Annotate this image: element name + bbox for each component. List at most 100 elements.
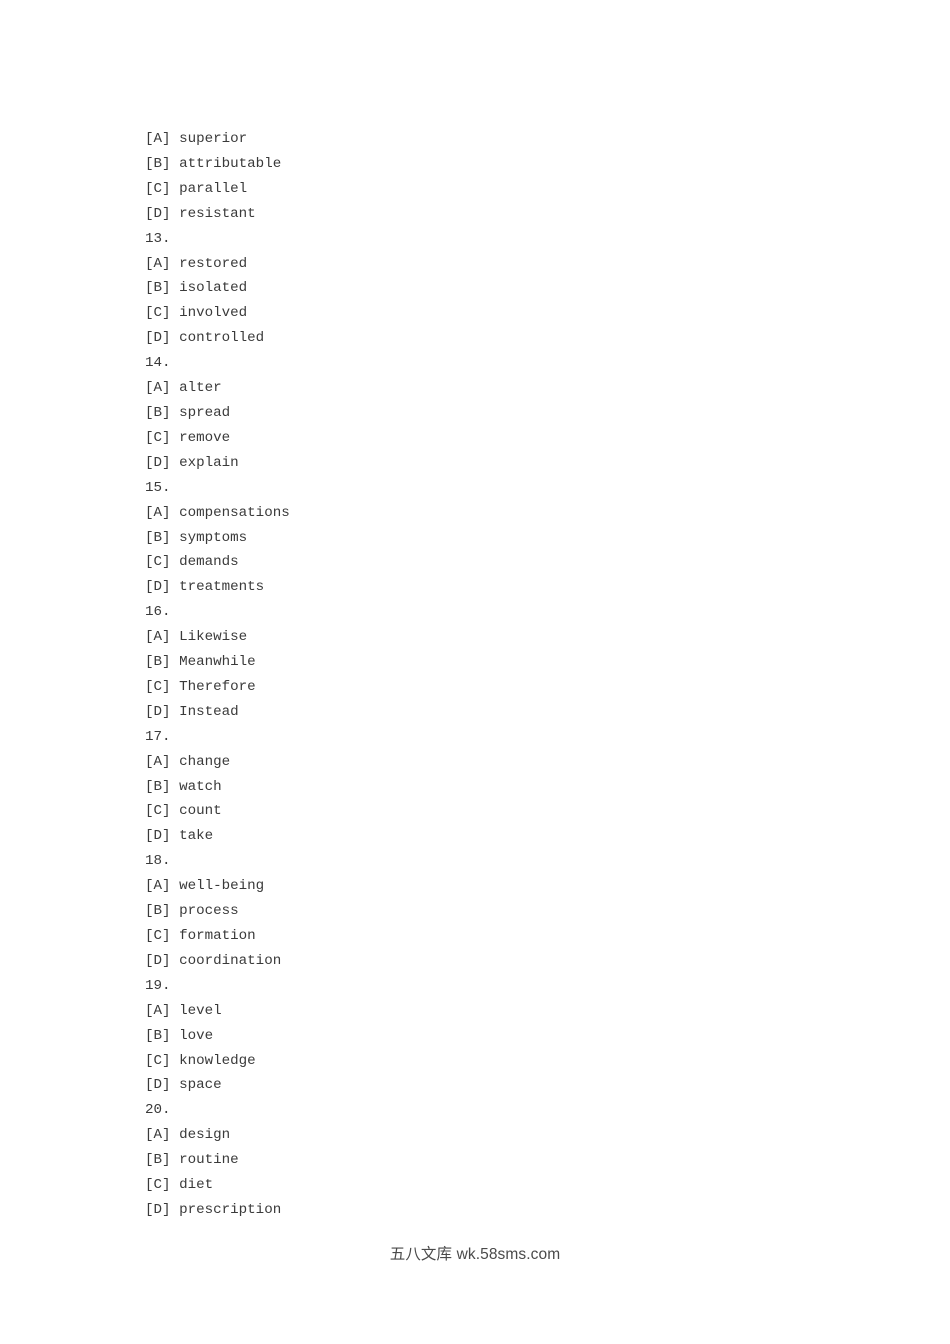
- answer-option[interactable]: [A] level: [145, 999, 845, 1024]
- answer-option[interactable]: [D] controlled: [145, 326, 845, 351]
- answer-option[interactable]: [B] spread: [145, 401, 845, 426]
- option-text: space: [179, 1077, 222, 1094]
- answer-option[interactable]: [A] change: [145, 750, 845, 775]
- answer-option[interactable]: [C] diet: [145, 1173, 845, 1198]
- option-text: love: [179, 1027, 214, 1044]
- question-block: 18. [A] well-being [B] process [C] formatio…: [145, 849, 845, 974]
- question-number: 13.: [145, 230, 171, 247]
- option-label: [B]: [145, 404, 171, 421]
- option-label: [D]: [145, 952, 171, 969]
- option-label: [B]: [145, 155, 171, 172]
- option-spacer: [171, 1053, 180, 1069]
- option-spacer: [171, 305, 180, 321]
- option-label: [D]: [145, 828, 171, 845]
- answer-option[interactable]: [B] attributable: [145, 152, 845, 177]
- answer-option[interactable]: [D] space: [145, 1073, 845, 1098]
- answer-option[interactable]: [C] demands: [145, 550, 845, 575]
- watermark-chinese-label: 五八文库: [389, 1245, 453, 1263]
- answer-option[interactable]: [C] remove: [145, 426, 845, 451]
- option-spacer: [171, 505, 180, 521]
- question-number: 14.: [145, 355, 171, 372]
- question-number: 20.: [145, 1102, 171, 1119]
- option-spacer: [171, 903, 180, 919]
- answer-option[interactable]: [D] take: [145, 824, 845, 849]
- answer-option[interactable]: [D] treatments: [145, 575, 845, 600]
- answer-option[interactable]: [D] resistant: [145, 202, 845, 227]
- option-label: [A]: [145, 1002, 171, 1019]
- answer-option[interactable]: [A] restored: [145, 252, 845, 277]
- option-spacer: [171, 928, 180, 944]
- answer-option[interactable]: [B] isolated: [145, 276, 845, 301]
- option-text: treatments: [179, 579, 265, 596]
- answer-option[interactable]: [D] coordination: [145, 949, 845, 974]
- option-text: demands: [179, 554, 239, 571]
- option-text: diet: [179, 1177, 214, 1194]
- option-spacer: [171, 380, 180, 396]
- option-label: [D]: [145, 205, 171, 222]
- answer-option[interactable]: [D] explain: [145, 451, 845, 476]
- option-text: controlled: [179, 330, 265, 347]
- option-text: count: [179, 803, 222, 820]
- answer-option[interactable]: [A] well-being: [145, 874, 845, 899]
- option-text: superior: [179, 131, 248, 147]
- option-label: [B]: [145, 1152, 171, 1169]
- question-number: 16.: [145, 604, 171, 621]
- option-label: [C]: [145, 803, 171, 820]
- option-spacer: [171, 181, 180, 197]
- answer-option[interactable]: [A] compensations: [145, 501, 845, 526]
- answer-option[interactable]: [C] knowledge: [145, 1049, 845, 1074]
- answer-option[interactable]: [B] routine: [145, 1148, 845, 1173]
- option-label: [C]: [145, 1052, 171, 1069]
- option-text: alter: [179, 380, 222, 397]
- answer-option[interactable]: [C] Therefore: [145, 675, 845, 700]
- answer-option[interactable]: [A] Likewise: [145, 625, 845, 650]
- option-label: [C]: [145, 678, 171, 695]
- option-label: [D]: [145, 454, 171, 471]
- question-block: 20. [A] design [B] routine [C] diet [D] pres…: [145, 1098, 845, 1223]
- option-label: [A]: [145, 753, 171, 770]
- answer-option[interactable]: [A] design: [145, 1123, 845, 1148]
- option-text: attributable: [179, 155, 282, 172]
- answer-option[interactable]: [C] involved: [145, 301, 845, 326]
- option-label: [C]: [145, 1177, 171, 1194]
- option-label: [A]: [145, 380, 171, 397]
- option-spacer: [171, 405, 180, 421]
- option-label: [B]: [145, 1027, 171, 1044]
- answer-option[interactable]: [A] superior: [145, 127, 845, 152]
- option-spacer: [171, 779, 180, 795]
- option-spacer: [171, 1003, 180, 1019]
- option-label: [A]: [145, 1127, 171, 1144]
- answer-option[interactable]: [B] watch: [145, 775, 845, 800]
- option-label: [C]: [145, 429, 171, 446]
- option-spacer: [171, 754, 180, 770]
- answer-option[interactable]: [C] parallel: [145, 177, 845, 202]
- answer-option[interactable]: [B] love: [145, 1024, 845, 1049]
- option-spacer: [171, 1152, 180, 1168]
- option-spacer: [171, 430, 180, 446]
- option-text: Therefore: [179, 678, 256, 695]
- option-text: prescription: [179, 1201, 282, 1218]
- option-text: spread: [179, 404, 231, 421]
- option-spacer: [171, 629, 180, 645]
- option-spacer: [171, 131, 180, 147]
- answer-option[interactable]: [A] alter: [145, 376, 845, 401]
- answer-option[interactable]: [B] process: [145, 899, 845, 924]
- answer-option[interactable]: [B] Meanwhile: [145, 650, 845, 675]
- option-text: Meanwhile: [179, 654, 256, 671]
- option-spacer: [171, 1177, 180, 1193]
- answer-option[interactable]: [D] prescription: [145, 1198, 845, 1223]
- answer-option[interactable]: [D] Instead: [145, 700, 845, 725]
- option-label: [B]: [145, 654, 171, 671]
- option-text: Likewise: [179, 629, 248, 646]
- option-spacer: [171, 878, 180, 894]
- option-text: resistant: [179, 205, 256, 222]
- option-spacer: [171, 280, 180, 296]
- option-text: compensations: [179, 504, 290, 521]
- option-text: knowledge: [179, 1052, 256, 1069]
- answer-option[interactable]: [C] formation: [145, 924, 845, 949]
- option-spacer: [171, 679, 180, 695]
- question-number: 19.: [145, 977, 171, 994]
- answer-option[interactable]: [B] symptoms: [145, 526, 845, 551]
- answer-option[interactable]: [C] count: [145, 799, 845, 824]
- answer-options-list: [A] superior [B] attributable [C] parallel…: [145, 127, 845, 1223]
